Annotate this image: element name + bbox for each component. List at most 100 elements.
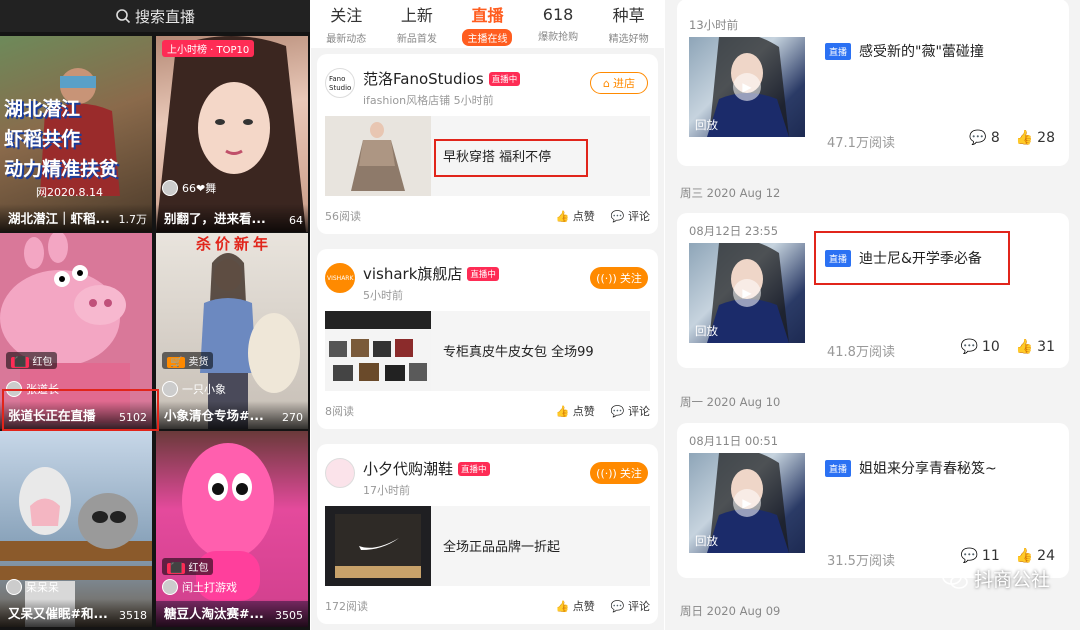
read-count: 172阅读 <box>325 600 368 613</box>
live-tile[interactable]: 上小时榜 · TOP10 66❤舞 别翻了，进来看... 64 <box>156 36 308 232</box>
shop-logo: VISHARK <box>325 263 355 293</box>
shop-meta: ifashion风格店铺 5小时前 <box>363 94 494 107</box>
live-tag: 直播 <box>825 459 852 477</box>
live-badge: 直播中 <box>467 266 499 281</box>
like-button[interactable]: 👍 点赞 <box>556 403 595 419</box>
tab-subtitle: 爆款抢购 <box>538 31 579 43</box>
live-preview[interactable]: 专柜真皮牛皮女包 全场99 <box>325 311 650 391</box>
play-icon[interactable]: ▶ <box>733 73 761 101</box>
read-count: 56阅读 <box>325 210 361 223</box>
like-button[interactable]: 👍 31 <box>1016 339 1055 355</box>
like-label: 点赞 <box>572 600 595 613</box>
replay-video[interactable]: ▶ 回放 <box>689 37 805 137</box>
tab-title: 直播 <box>471 6 504 25</box>
overlay-line: 动力精准扶贫 <box>4 158 119 180</box>
live-tile[interactable]: 湖北潜江 虾稻共作 动力精准扶贫 网2020.8.14 湖北潜江｜虾稻... 1.… <box>0 36 152 232</box>
tile-title: 又呆又催眠#和... <box>8 606 108 621</box>
tab-title: 上新 <box>400 6 433 25</box>
wechat-icon <box>942 568 968 589</box>
live-preview[interactable]: 全场正品品牌一折起 <box>325 506 650 586</box>
tab-bar: 关注 最新动态 上新新品首发 直播 主播在线 618 爆款抢购 种草 精选好物 <box>311 0 664 48</box>
tab-follow[interactable]: 关注 最新动态 <box>311 0 382 48</box>
watermark-text: 抖商公社 <box>973 569 1050 591</box>
overlay-line: 虾稻共作 <box>4 128 81 150</box>
tile-image <box>200 253 300 429</box>
red-packet-badge: ⬛ 红包 <box>6 352 58 369</box>
follow-button[interactable]: ((·)) 关注 <box>590 267 648 289</box>
replay-card[interactable]: 08月11日 00:51 ▶ 回放 直播 姐姐来分享青春秘笈~ 31.5万阅读 💬… <box>677 423 1069 578</box>
tile-image <box>0 467 152 627</box>
like-button[interactable]: 👍 点赞 <box>556 598 595 614</box>
user-name: 闰土打游戏 <box>182 581 237 594</box>
comment-button[interactable]: 💬 10 <box>960 339 999 355</box>
comment-button[interactable]: 💬 评论 <box>611 403 650 419</box>
button-label: 进店 <box>612 77 635 90</box>
thumb-up-icon: 👍 <box>1015 548 1034 564</box>
comment-icon: 💬 <box>960 339 978 355</box>
tab-live[interactable]: 直播 主播在线 <box>452 0 523 48</box>
tile-caption: 又呆又催眠#和... 3518 <box>0 599 152 627</box>
preview-image <box>325 311 431 391</box>
comment-icon: 💬 <box>610 405 625 418</box>
shop-live-card[interactable]: 小夕代购潮鞋 直播中 17小时前 ((·)) 关注 全场正品品牌一折起 172阅读 … <box>317 444 658 624</box>
shop-meta: 17小时前 <box>363 484 410 497</box>
like-button[interactable]: 👍 28 <box>1016 130 1055 146</box>
tab-subtitle: 最新动态 <box>326 34 367 45</box>
shop-live-card[interactable]: VISHARK vishark旗舰店 直播中 5小时前 ((·)) 关注 专柜真皮牛… <box>317 249 658 429</box>
comment-count: 10 <box>981 339 1000 355</box>
shop-logo: Fano Studio <box>325 68 355 98</box>
live-tile[interactable]: 杀价新年 🛒 卖货 一只小象 小象清仓专场#... 270 <box>156 233 308 429</box>
follow-button[interactable]: ((·)) 关注 <box>590 462 648 484</box>
tile-caption: 湖北潜江｜虾稻... 1.7万 <box>0 204 152 232</box>
tab-grass[interactable]: 种草 精选好物 <box>593 0 664 48</box>
shop-logo-text: VISHARK <box>327 275 354 282</box>
comment-button[interactable]: 💬 8 <box>969 130 999 146</box>
read-count: 41.8万阅读 <box>827 345 895 360</box>
like-button[interactable]: 👍 24 <box>1016 548 1055 564</box>
avatar <box>6 579 22 595</box>
live-tile[interactable]: ⬛ 红包 闰土打游戏 糖豆人淘汰赛#... 3505 <box>156 431 308 627</box>
comment-button[interactable]: 💬 评论 <box>611 208 650 224</box>
avatar <box>162 579 178 595</box>
tab-618[interactable]: 618 爆款抢购 <box>523 0 594 48</box>
tab-new[interactable]: 上新 新品首发 <box>382 0 453 48</box>
comment-button[interactable]: 💬 11 <box>960 548 999 564</box>
tile-title: 糖豆人淘汰赛#... <box>164 606 264 621</box>
overlay-line: 湖北潜江 <box>4 98 81 120</box>
like-button[interactable]: 👍 点赞 <box>556 208 595 224</box>
like-label: 点赞 <box>572 210 595 223</box>
tab-title: 618 <box>542 4 574 24</box>
broadcast-icon: ((·)) <box>596 466 617 480</box>
live-badge: 直播中 <box>488 71 521 86</box>
tile-image <box>156 36 306 232</box>
thumb-up-icon: 👍 <box>555 405 570 418</box>
highlight-box <box>434 139 588 177</box>
post-time: 08月12日 23:55 <box>689 224 779 238</box>
tab-subtitle: 新品首发 <box>396 34 437 45</box>
shop-live-feed-panel: 关注 最新动态 上新 新品首发 直播 主播在线 618 爆款抢购 种草 精选好物 Fano… <box>311 0 664 630</box>
replay-label: 回放 <box>695 324 718 338</box>
shop-name: vishark旗舰店 <box>363 265 463 283</box>
live-tile[interactable]: 呆呆呆 又呆又催眠#和... 3518 <box>0 431 152 627</box>
tile-caption: 别翻了，进来看... 64 <box>156 204 308 232</box>
comment-button[interactable]: 💬 评论 <box>611 598 650 614</box>
comment-label: 评论 <box>628 600 650 613</box>
shop-icon: ⌂ <box>603 76 610 90</box>
highlight-box <box>2 389 159 431</box>
thumb-up-icon: 👍 <box>1015 130 1034 146</box>
replay-card[interactable]: 08月12日 23:55 ▶ 回放 直播 迪士尼&开学季必备 41.8万阅读 💬 1… <box>677 213 1069 368</box>
replay-video[interactable]: ▶ 回放 <box>689 243 805 343</box>
replay-label: 回放 <box>695 534 718 548</box>
button-label: 关注 <box>619 467 642 480</box>
replay-video[interactable]: ▶ 回放 <box>689 453 805 553</box>
read-count: 31.5万阅读 <box>827 554 895 569</box>
thumb-up-icon: 👍 <box>555 600 570 613</box>
replay-card[interactable]: 13小时前 ▶ 回放 直播 感受新的"薇"蕾碰撞 47.1万阅读 💬 8 👍 28 <box>677 0 1069 166</box>
replay-label: 回放 <box>695 118 718 132</box>
play-icon[interactable]: ▶ <box>733 489 761 517</box>
play-icon[interactable]: ▶ <box>733 279 761 307</box>
preview-text: 专柜真皮牛皮女包 全场99 <box>443 345 594 360</box>
enter-shop-button[interactable]: ⌂ 进店 <box>590 72 648 94</box>
read-count: 47.1万阅读 <box>827 136 895 151</box>
search-bar[interactable]: 搜索直播 <box>0 0 310 32</box>
